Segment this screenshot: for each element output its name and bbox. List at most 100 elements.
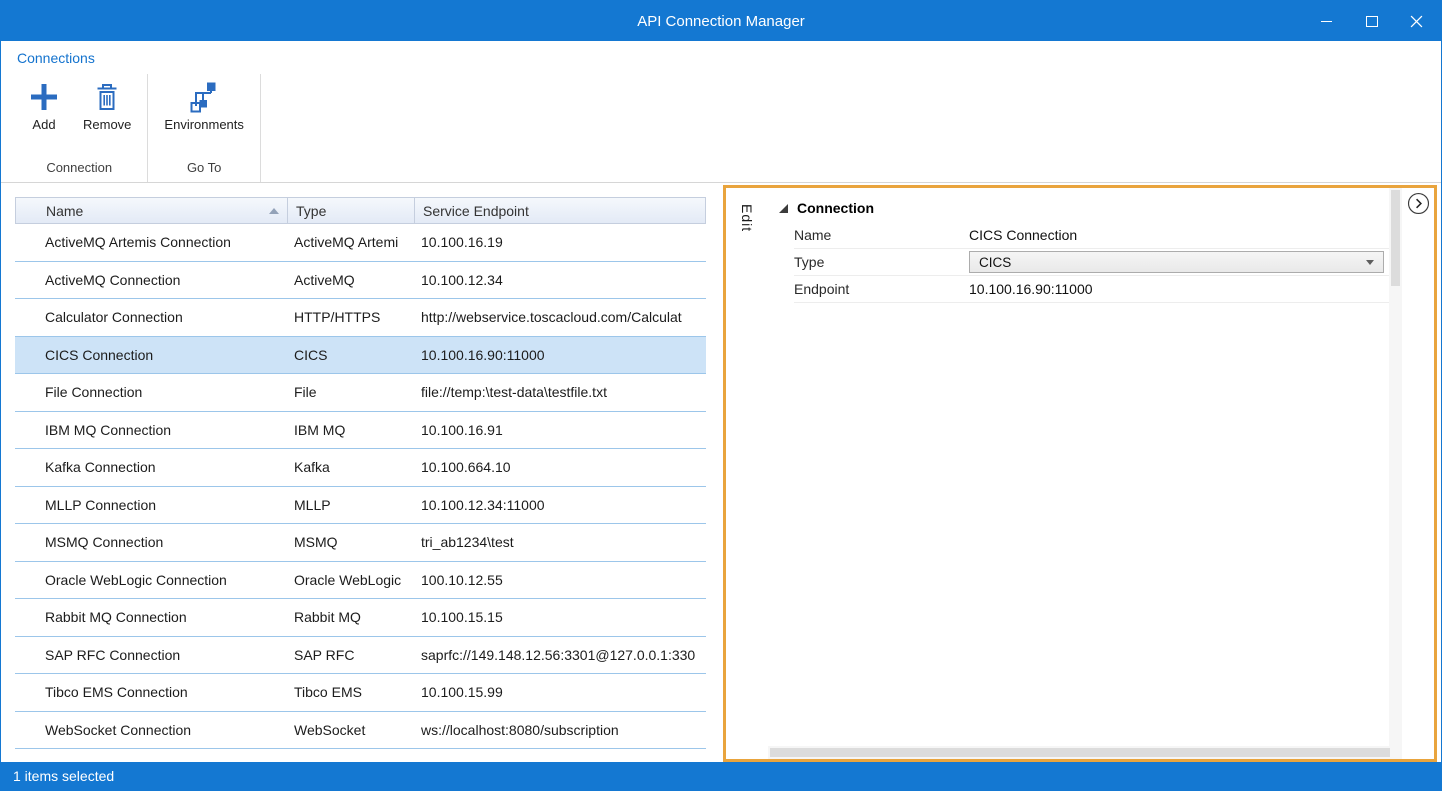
cell-endpoint: file://temp:\test-data\testfile.txt (413, 384, 706, 400)
cell-name: Rabbit MQ Connection (15, 609, 286, 625)
table-row[interactable]: Tibco EMS ConnectionTibco EMS10.100.15.9… (15, 674, 706, 712)
column-header-type-label: Type (296, 203, 326, 219)
column-header-type[interactable]: Type (287, 198, 414, 223)
cell-name: SAP RFC Connection (15, 647, 286, 663)
close-button[interactable] (1394, 1, 1439, 41)
field-row: Type CICS (794, 249, 1389, 276)
endpoint-value[interactable]: 10.100.16.90:11000 (969, 281, 1389, 297)
minimize-icon (1321, 21, 1332, 22)
tab-edit[interactable]: Edit (739, 204, 755, 232)
cell-type: IBM MQ (286, 422, 413, 438)
cell-name: IBM MQ Connection (15, 422, 286, 438)
environments-button[interactable]: Environments (156, 78, 251, 134)
table-header: Name Type Service Endpoint (15, 197, 706, 224)
chevron-down-icon (1366, 260, 1374, 265)
cell-name: WebSocket Connection (15, 722, 286, 738)
column-header-name-label: Name (46, 203, 83, 219)
cell-endpoint: 10.100.15.99 (413, 684, 706, 700)
app-window: API Connection Manager Connections (0, 0, 1442, 791)
field-row: NameCICS Connection (794, 222, 1389, 249)
cell-type: File (286, 384, 413, 400)
cell-name: Tibco EMS Connection (15, 684, 286, 700)
minimize-button[interactable] (1304, 1, 1349, 41)
horizontal-scrollbar-thumb[interactable] (770, 748, 1390, 757)
ribbon-tabs: Connections (1, 41, 1441, 74)
expander-collapse-icon (779, 204, 788, 213)
chevron-right-icon (1407, 192, 1430, 215)
name-value[interactable]: CICS Connection (969, 227, 1389, 243)
plus-icon (27, 80, 61, 114)
add-button-label: Add (32, 117, 55, 132)
vertical-scrollbar[interactable] (1389, 188, 1402, 746)
edit-scroll-area: Connection NameCICS Connection Type CICS En… (768, 188, 1402, 746)
cell-endpoint: ws://localhost:8080/subscription (413, 722, 706, 738)
table-row[interactable]: Kafka ConnectionKafka10.100.664.10 (15, 449, 706, 487)
table-row[interactable]: Calculator ConnectionHTTP/HTTPShttp://we… (15, 299, 706, 337)
select-value: CICS (979, 255, 1011, 270)
table-row[interactable]: Oracle WebLogic ConnectionOracle WebLogi… (15, 562, 706, 600)
connections-table: Name Type Service Endpoint ActiveMQ Arte… (15, 197, 706, 749)
window-controls (1304, 1, 1439, 41)
cell-endpoint: 10.100.16.19 (413, 234, 706, 250)
trash-icon (90, 80, 124, 114)
cell-type: HTTP/HTTPS (286, 309, 413, 325)
maximize-icon (1366, 16, 1378, 27)
cell-endpoint: http://webservice.toscacloud.com/Calcula… (413, 309, 706, 325)
panel-collapse-strip (1402, 188, 1434, 759)
maximize-button[interactable] (1349, 1, 1394, 41)
cell-type: MLLP (286, 497, 413, 513)
cell-type: WebSocket (286, 722, 413, 738)
table-row[interactable]: ActiveMQ ConnectionActiveMQ10.100.12.34 (15, 262, 706, 300)
titlebar: API Connection Manager (1, 1, 1441, 41)
cell-type: CICS (286, 347, 413, 363)
table-row[interactable]: WebSocket ConnectionWebSocketws://localh… (15, 712, 706, 750)
connection-group-buttons: Add Remove (11, 74, 147, 158)
cell-name: ActiveMQ Connection (15, 272, 286, 288)
endpoint-field-label: Endpoint (794, 281, 969, 297)
cell-endpoint: 100.10.12.55 (413, 572, 706, 588)
table-row[interactable]: Rabbit MQ ConnectionRabbit MQ10.100.15.1… (15, 599, 706, 637)
horizontal-scrollbar[interactable] (768, 746, 1402, 759)
cell-endpoint: 10.100.16.90:11000 (413, 347, 706, 363)
cell-endpoint: 10.100.12.34 (413, 272, 706, 288)
cell-name: ActiveMQ Artemis Connection (15, 234, 286, 250)
column-header-service-endpoint[interactable]: Service Endpoint (414, 198, 705, 223)
remove-button[interactable]: Remove (75, 78, 139, 134)
cell-type: MSMQ (286, 534, 413, 550)
cell-endpoint: 10.100.16.91 (413, 422, 706, 438)
grid-body: ActiveMQ Artemis ConnectionActiveMQ Arte… (15, 224, 706, 749)
type-field-label: Type (794, 254, 969, 270)
table-row[interactable]: IBM MQ ConnectionIBM MQ10.100.16.91 (15, 412, 706, 450)
environments-icon (187, 80, 221, 114)
table-row[interactable]: File ConnectionFilefile://temp:\test-dat… (15, 374, 706, 412)
table-row[interactable]: MLLP ConnectionMLLP10.100.12.34:11000 (15, 487, 706, 525)
window-title: API Connection Manager (637, 13, 805, 30)
column-header-name[interactable]: Name (16, 198, 287, 223)
table-row[interactable]: MSMQ ConnectionMSMQtri_ab1234\test (15, 524, 706, 562)
add-button[interactable]: Add (19, 78, 69, 134)
table-row[interactable]: ActiveMQ Artemis ConnectionActiveMQ Arte… (15, 224, 706, 262)
cell-type: Kafka (286, 459, 413, 475)
tab-connections[interactable]: Connections (17, 50, 95, 66)
group-label-goto: Go To (148, 158, 259, 182)
cell-name: MSMQ Connection (15, 534, 286, 550)
remove-button-label: Remove (83, 117, 131, 132)
expander-title: Connection (797, 200, 874, 216)
edit-panel-content: Connection NameCICS Connection Type CICS En… (768, 188, 1402, 759)
cell-name: Kafka Connection (15, 459, 286, 475)
vertical-scrollbar-thumb[interactable] (1391, 190, 1400, 286)
status-text: 1 items selected (13, 768, 114, 784)
collapse-panel-button[interactable] (1407, 192, 1430, 215)
field-row: Endpoint10.100.16.90:11000 (794, 276, 1389, 303)
table-row[interactable]: SAP RFC ConnectionSAP RFCsaprfc://149.14… (15, 637, 706, 675)
connection-expander[interactable]: Connection (768, 188, 1389, 222)
cell-name: Calculator Connection (15, 309, 286, 325)
column-header-endpoint-label: Service Endpoint (423, 203, 529, 219)
sort-ascending-icon (269, 208, 279, 214)
edit-fields: NameCICS Connection Type CICS Endpoint10.10… (768, 222, 1389, 303)
table-row[interactable]: CICS ConnectionCICS10.100.16.90:11000 (15, 337, 706, 375)
cell-name: Oracle WebLogic Connection (15, 572, 286, 588)
cell-type: Tibco EMS (286, 684, 413, 700)
cell-type: Oracle WebLogic (286, 572, 413, 588)
type-select[interactable]: CICS (969, 251, 1384, 273)
